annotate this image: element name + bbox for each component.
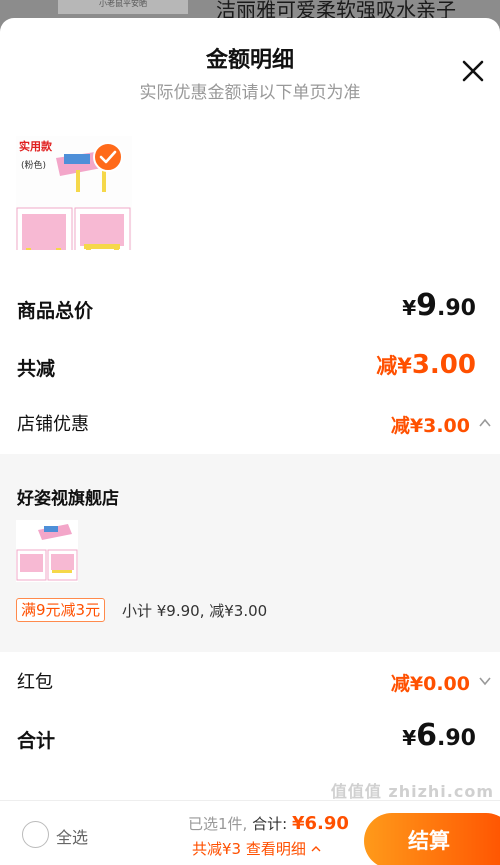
background-product-thumb: 小老鼠平安晒 — [58, 0, 188, 14]
shop-subtotal: 小计 ¥9.90, 减¥3.00 — [122, 602, 268, 620]
checkout-button[interactable]: 结算 — [364, 813, 500, 865]
chevron-down-icon[interactable] — [478, 674, 492, 688]
shop-product-thumbnail[interactable] — [16, 520, 78, 582]
promo-tag: 满9元减3元 — [16, 598, 106, 622]
view-detail-link[interactable]: 共减¥3 查看明细 — [192, 838, 321, 859]
sheet-subtitle: 实际优惠金额请以下单页为准 — [139, 83, 361, 103]
total-label: 合计: — [252, 815, 288, 833]
selected-count: 已选1件, — [188, 815, 248, 833]
shop-discount-value: 减¥3.00 — [390, 415, 470, 437]
final-total-value: ¥6.90 — [402, 718, 476, 753]
goods-total-value: ¥9.90 — [402, 288, 476, 323]
shop-discount-label: 店铺优惠 — [17, 414, 89, 435]
selection-summary: 已选1件, 合计: ¥6.90 — [188, 813, 349, 834]
total-amount: ¥6.90 — [291, 813, 349, 834]
goods-total-label: 商品总价 — [17, 300, 94, 322]
watermark: 值值值 zhizhi.com — [330, 782, 494, 801]
red-packet-value: 减¥0.00 — [390, 673, 470, 695]
sheet-title: 金额明细 — [205, 48, 294, 73]
shop-name: 好姿视旗舰店 — [17, 489, 119, 509]
select-all-label[interactable]: 全选 — [56, 824, 88, 848]
amount-detail-sheet: 金额明细 实际优惠金额请以下单页为准 实用款 (粉色) 商品总价 ¥9.90 共… — [0, 18, 500, 865]
close-icon[interactable] — [458, 56, 488, 86]
product-label-top: 实用款 — [19, 139, 53, 153]
bottom-bar: 全选 已选1件, 合计: ¥6.90 共减¥3 查看明细 结算 — [0, 800, 500, 865]
select-all-radio[interactable] — [22, 821, 49, 848]
product-label-color: (粉色) — [21, 159, 46, 171]
chevron-up-icon[interactable] — [478, 416, 492, 430]
shop-discount-panel: 好姿视旗舰店 满9元减3元 小计 ¥9.90, 减¥3.00 — [0, 454, 500, 652]
total-reduce-label: 共减 — [17, 358, 56, 380]
chevron-up-small-icon — [311, 846, 321, 852]
total-reduce-value: 减¥3.00 — [376, 350, 476, 380]
check-icon — [93, 142, 123, 172]
red-packet-label: 红包 — [17, 672, 53, 693]
final-total-label: 合计 — [17, 730, 56, 752]
